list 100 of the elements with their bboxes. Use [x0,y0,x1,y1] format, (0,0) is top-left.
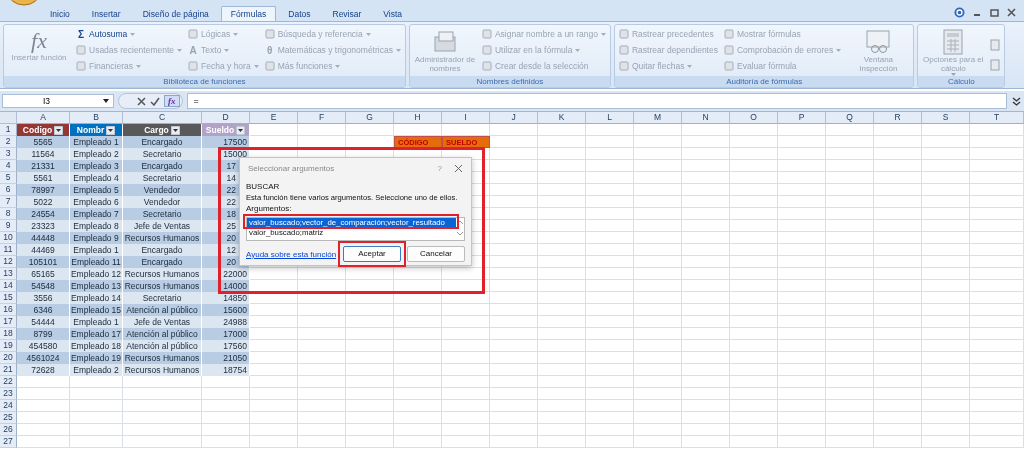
column-header[interactable]: B [70,112,123,124]
column-header[interactable]: A [17,112,70,124]
ribbon-tab[interactable]: Diseño de página [132,6,219,21]
row-header[interactable]: 23 [0,388,17,400]
row-header[interactable]: 1 [0,124,17,136]
column-header[interactable]: O [730,112,778,124]
symbol-icon: Σ [76,28,86,40]
table-cell: 8799 [17,328,70,340]
column-header[interactable]: M [634,112,682,124]
table-cell: 17560 [202,340,250,352]
check-icon[interactable] [150,96,160,106]
symbol-icon: A [188,44,199,56]
table-cell: Encargado [123,256,202,268]
column-header[interactable]: I [442,112,490,124]
row-header[interactable]: 8 [0,208,17,220]
row-header[interactable]: 21 [0,364,17,376]
restore-icon[interactable] [990,8,999,17]
table-cell: Encargado [123,136,202,148]
row-header[interactable]: 17 [0,316,17,328]
row-header[interactable]: 14 [0,280,17,292]
row-header[interactable]: 7 [0,196,17,208]
column-header[interactable]: J [490,112,538,124]
table-cell: Atención al público [123,328,202,340]
table-cell: 5565 [17,136,70,148]
column-header[interactable]: S [922,112,970,124]
row-header[interactable]: 25 [0,412,17,424]
cancel-icon[interactable] [137,96,146,106]
ribbon-tab[interactable]: Revisar [322,6,372,21]
group-label: Cálculo [918,76,1005,87]
ribbon-tab[interactable]: Datos [278,6,321,21]
column-header[interactable]: N [682,112,730,124]
column-header[interactable]: E [250,112,298,124]
name-box[interactable]: I3 [2,94,114,108]
close-icon[interactable] [1007,8,1016,17]
row-header[interactable]: 10 [0,232,17,244]
row-header[interactable]: 15 [0,292,17,304]
group-label: Auditoría de fórmulas [614,76,914,87]
ribbon-item[interactable]: Σ Autosuma [76,27,183,41]
book-icon [723,45,734,55]
scrollbar-icon[interactable] [456,218,464,238]
column-header[interactable]: T [970,112,1024,124]
close-icon[interactable] [454,163,463,173]
filter-button[interactable] [170,125,180,135]
row-header[interactable]: 18 [0,328,17,340]
book-icon [481,45,492,55]
table-cell: 44448 [17,232,70,244]
table-cell: Encargado [123,160,202,172]
table-cell: Secretario [123,172,202,184]
filter-button[interactable] [54,125,64,135]
row-header[interactable]: 6 [0,184,17,196]
row-header[interactable]: 12 [0,256,17,268]
table-cell: 78997 [17,184,70,196]
column-header[interactable]: C [123,112,202,124]
row-header[interactable]: 9 [0,220,17,232]
column-header[interactable]: L [586,112,634,124]
table-cell: 65165 [17,268,70,280]
ribbon-tab[interactable]: Vista [373,6,413,21]
ribbon-tab[interactable]: Inicio [40,6,80,21]
filter-button[interactable] [236,125,246,135]
row-header[interactable]: 13 [0,268,17,280]
table-cell: Empleado 1 [70,244,123,256]
symbol-icon: θ [264,44,275,56]
table-cell: 21050 [202,352,250,364]
formula-field[interactable]: = [186,93,1007,109]
dialog-title: Seleccionar argumentos [248,163,336,173]
row-header[interactable]: 20 [0,352,17,364]
row-header[interactable]: 19 [0,340,17,352]
column-header[interactable]: H [394,112,442,124]
row-header[interactable]: 24 [0,400,17,412]
ribbon-tab[interactable]: Fórmulas [220,6,277,21]
ribbon-tab[interactable]: Insertar [81,6,131,21]
book-icon [723,61,734,71]
column-header[interactable]: D [202,112,250,124]
insert-function-button[interactable]: fx [164,95,180,107]
row-header[interactable]: 3 [0,148,17,160]
help-icon[interactable] [954,7,965,18]
column-header[interactable]: K [538,112,586,124]
column-header[interactable]: Q [826,112,874,124]
column-header[interactable]: R [874,112,922,124]
table-cell: Empleado 4 [70,172,123,184]
row-header[interactable]: 16 [0,304,17,316]
row-header[interactable]: 2 [0,136,17,148]
table-cell: Recursos Humanos [123,364,202,376]
row-header[interactable]: 4 [0,160,17,172]
filter-button[interactable] [106,125,116,135]
table-cell: Empleado 19 [70,352,123,364]
table-cell: Jefe de Ventas [123,316,202,328]
table-cell: 54444 [17,316,70,328]
row-header[interactable]: 27 [0,436,17,448]
dialog-button[interactable]: Cancelar [407,246,465,262]
book-icon [618,61,629,71]
row-header[interactable]: 22 [0,376,17,388]
column-header[interactable]: P [778,112,826,124]
column-header[interactable]: F [298,112,346,124]
row-header[interactable]: 5 [0,172,17,184]
book-icon [188,61,199,71]
column-header[interactable]: G [346,112,394,124]
dialog-button[interactable]: Aceptar [343,246,401,262]
row-header[interactable]: 11 [0,244,17,256]
row-header[interactable]: 26 [0,424,17,436]
